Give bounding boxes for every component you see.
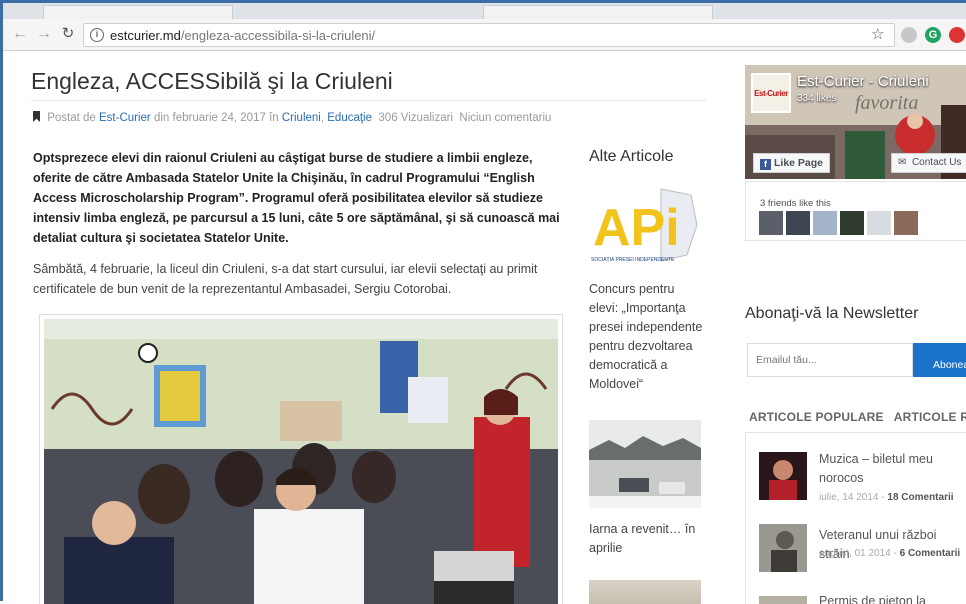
popular-article-thumb[interactable] [759, 452, 807, 500]
friend-avatar[interactable] [813, 211, 837, 235]
subscribe-button[interactable]: Abonează-te [913, 343, 966, 377]
facebook-avatar[interactable]: Est-Curier [751, 73, 791, 113]
star-icon[interactable]: ☆ [871, 25, 884, 43]
classroom-photo [44, 319, 558, 604]
tab-strip [3, 3, 966, 19]
article-photo[interactable] [39, 314, 563, 604]
article-paragraph: Sâmbătă, 4 februarie, la liceul din Criu… [33, 262, 538, 296]
friend-avatar[interactable] [786, 211, 810, 235]
grammarly-icon[interactable]: G [925, 27, 941, 43]
tab-articole-recente[interactable]: ARTICOLE RECENTE [894, 410, 966, 424]
alte-articole-heading: Alte Articole [589, 148, 674, 165]
popular-article-thumb[interactable] [759, 524, 807, 572]
facebook-page-widget[interactable]: favorita Est-Curier Est-Curier - Criulen… [745, 65, 966, 179]
page-title: Engleza, ACCESSibilă şi la Criuleni [31, 68, 393, 94]
alte-article-thumb[interactable] [589, 420, 701, 508]
friend-avatar[interactable] [759, 211, 783, 235]
view-count: 306 Vizualizari [378, 112, 453, 124]
author-link[interactable]: Est-Curier [99, 112, 151, 124]
newsletter-email-field[interactable] [747, 343, 913, 377]
facebook-like-count: 334 likes [797, 93, 837, 104]
popular-article-link[interactable]: Muzica – biletul meu norocos [819, 450, 966, 488]
contact-us-button[interactable]: ✉ Contact Us [891, 153, 966, 173]
popular-article-thumb[interactable] [759, 596, 807, 604]
popular-article-date: iulie, 14 2014 - 18 Comentarii [819, 492, 954, 503]
popular-article-link[interactable]: Permis de pieton la Boscana [819, 592, 966, 604]
alte-article-thumb[interactable] [589, 580, 701, 604]
post-meta: Postat de Est-Curier din februarie 24, 2… [33, 111, 551, 124]
friend-avatar[interactable] [840, 211, 864, 235]
info-icon[interactable]: i [90, 28, 104, 42]
divider [31, 100, 706, 101]
browser-window: ← → ↻ i estcurier.md/engleza-accessibila… [0, 0, 966, 604]
logo-text: APi [593, 199, 680, 257]
forward-arrow-icon[interactable]: → [35, 25, 53, 43]
comment-count: Niciun comentariu [459, 112, 552, 124]
address-bar-row: ← → ↻ i estcurier.md/engleza-accessibila… [3, 19, 966, 51]
adblock-icon[interactable] [949, 27, 965, 43]
facebook-icon: f [760, 159, 771, 170]
envelope-icon: ✉ [898, 157, 907, 168]
url-text: estcurier.md/engleza-accessibila-si-la-c… [110, 28, 376, 43]
extension-icon[interactable] [901, 27, 917, 43]
api-logo[interactable]: APi SOCIAŢIA PRESEI INDEPENDENTE [589, 185, 701, 265]
svg-text:favorita: favorita [855, 92, 918, 114]
category-link[interactable]: Criuleni [282, 112, 321, 124]
friend-avatar[interactable] [867, 211, 891, 235]
articles-tabs: ARTICOLE POPULARE ARTICOLE RECENTE [749, 410, 966, 424]
facebook-page-name[interactable]: Est-Curier - Criuleni [797, 73, 929, 90]
browser-tab[interactable] [43, 5, 233, 19]
category-link[interactable]: Educaţie [327, 112, 372, 124]
svg-text:SOCIAŢIA PRESEI INDEPENDENTE: SOCIAŢIA PRESEI INDEPENDENTE [591, 257, 675, 263]
friend-avatar[interactable] [894, 211, 918, 235]
like-page-button[interactable]: f Like Page [753, 153, 831, 173]
reload-icon[interactable]: ↻ [59, 25, 77, 43]
back-arrow-icon[interactable]: ← [11, 25, 29, 43]
address-bar[interactable]: i estcurier.md/engleza-accessibila-si-la… [83, 23, 895, 47]
alte-article-link[interactable]: Concurs pentru elevi: „Importanţa presei… [589, 280, 707, 394]
article-lead: Optsprezece elevi din raionul Criuleni a… [33, 151, 560, 245]
newsletter-heading: Abonaţi-vă la Newsletter [745, 305, 919, 322]
tab-articole-populare[interactable]: ARTICOLE POPULARE [749, 410, 884, 424]
browser-tab[interactable] [483, 5, 713, 19]
popular-article-date: august, 01 2014 - 6 Comentarii [819, 548, 961, 559]
friends-like-text: 3 friends like this [760, 198, 831, 209]
alte-article-link[interactable]: Iarna a revenit… în aprilie [589, 520, 707, 558]
bookmark-icon [33, 111, 40, 122]
web-page: Engleza, ACCESSibilă şi la Criuleni Post… [3, 52, 966, 604]
